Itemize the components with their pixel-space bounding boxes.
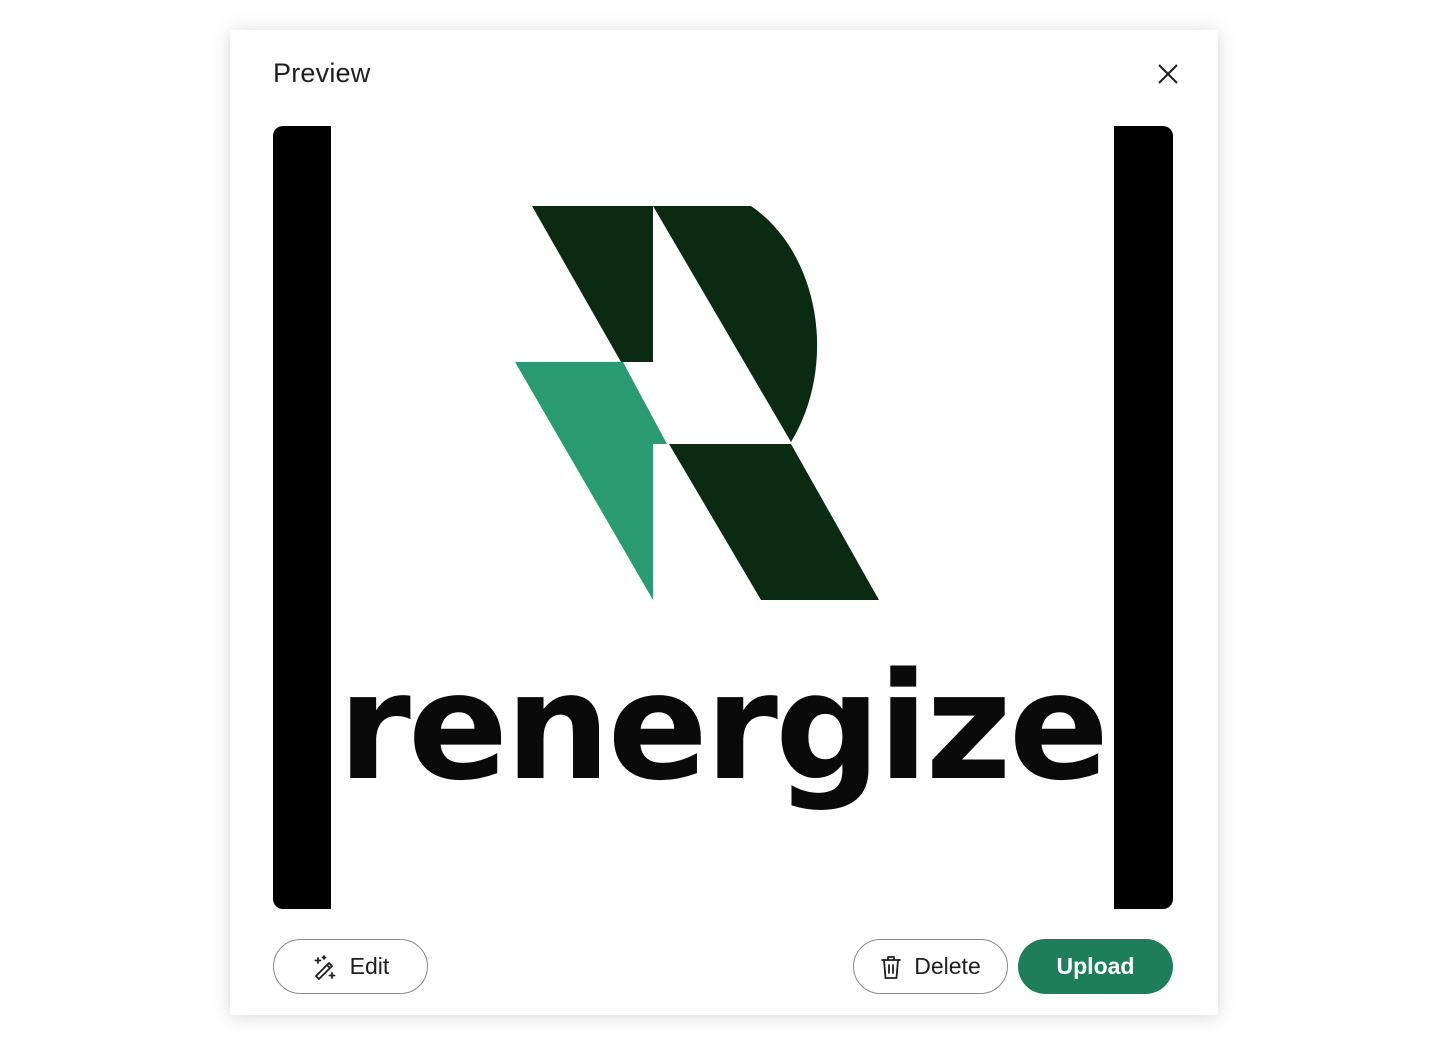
logo-mark-dark-shape xyxy=(653,206,818,442)
renergize-logo: renergize xyxy=(338,206,1109,813)
upload-button[interactable]: Upload xyxy=(1018,939,1173,994)
logo-image: renergize xyxy=(331,126,1114,909)
edit-button[interactable]: Edit xyxy=(273,939,428,994)
logo-mark-accent-shape xyxy=(515,362,667,600)
close-button[interactable] xyxy=(1150,56,1186,92)
dialog-title: Preview xyxy=(273,58,371,88)
logo-mark-dark-shape xyxy=(532,206,653,362)
close-icon xyxy=(1158,64,1178,84)
edit-label: Edit xyxy=(349,953,390,979)
trash-icon xyxy=(880,954,902,980)
image-preview-frame: renergize xyxy=(273,126,1173,909)
logo-mark-dark-shape xyxy=(669,444,879,600)
upload-label: Upload xyxy=(1056,953,1135,979)
preview-dialog: Preview renergize Edit Delete Upload xyxy=(230,30,1218,1015)
logo-wordmark: renergize xyxy=(338,641,1106,813)
delete-label: Delete xyxy=(914,953,981,979)
magic-wand-icon xyxy=(312,954,338,980)
delete-button[interactable]: Delete xyxy=(853,939,1008,994)
